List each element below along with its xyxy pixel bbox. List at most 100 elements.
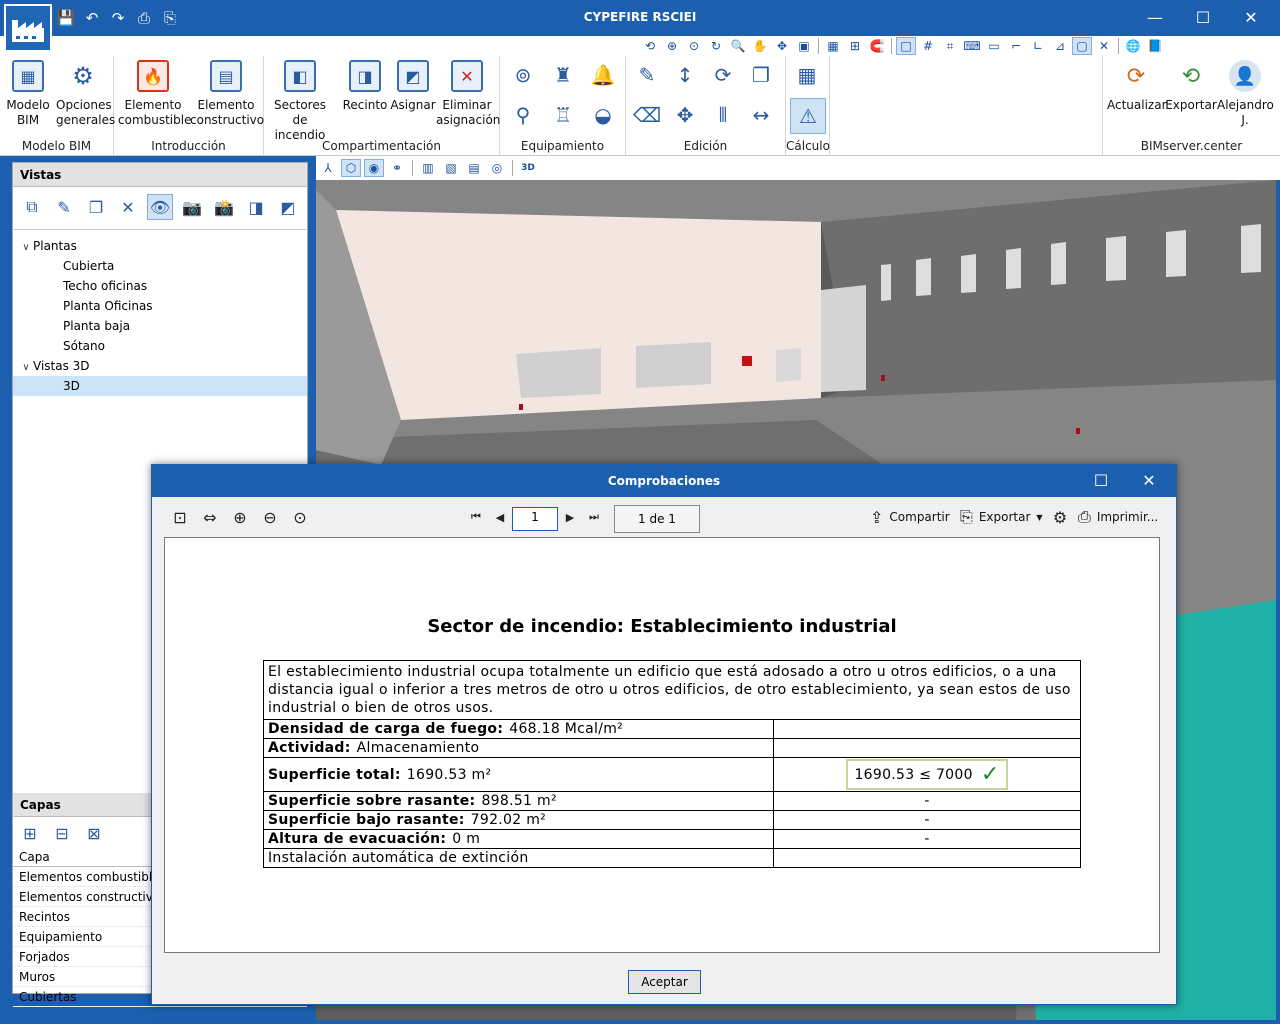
delete-view-icon[interactable]: ✕ <box>115 194 141 220</box>
tree-item[interactable]: Cubierta <box>13 256 307 276</box>
dialog-maximize-button[interactable]: ☐ <box>1078 465 1124 497</box>
minimize-button[interactable]: — <box>1140 6 1170 30</box>
crop-icon[interactable]: ⌐ <box>1006 37 1026 55</box>
modelo-bim-button[interactable]: ▦ Modelo BIM <box>4 60 52 128</box>
edit-view-icon[interactable]: ✎ <box>51 194 77 220</box>
chevron-down-icon[interactable]: ∨ <box>19 358 33 378</box>
first-page-icon[interactable]: ⏮ <box>464 505 488 529</box>
dimension-icon[interactable]: ↔ <box>746 100 776 130</box>
page-number-input[interactable]: 1 <box>512 507 558 531</box>
exportar-bim-button[interactable]: ⟲ Exportar <box>1165 60 1217 113</box>
zoom-in-icon[interactable]: ⊕ <box>228 505 252 529</box>
recinto-button[interactable]: ◨ Recinto <box>342 60 388 113</box>
angle-icon[interactable]: ∟ <box>1028 37 1048 55</box>
layer-green-icon[interactable]: ▧ <box>441 159 461 177</box>
tree-item[interactable]: Planta baja <box>13 316 307 336</box>
elemento-combustible-button[interactable]: 🔥 Elemento combustible <box>118 60 191 128</box>
tools-icon[interactable]: ✕ <box>1094 37 1114 55</box>
window-icon[interactable]: ▣ <box>794 37 814 55</box>
collapse-layers-icon[interactable]: ⊠ <box>81 820 107 846</box>
close-button[interactable]: ✕ <box>1236 6 1266 30</box>
export-button[interactable]: ⎘ Exportar ▼ <box>960 505 1043 529</box>
opciones-generales-button[interactable]: ⚙ Opciones generales <box>56 60 115 128</box>
zoom-fit-icon[interactable]: ⊙ <box>288 505 312 529</box>
add-layer-icon[interactable]: ⊞ <box>17 820 43 846</box>
tree-group-vistas-3d[interactable]: ∨ Vistas 3D <box>13 356 307 376</box>
layer-blue-icon[interactable]: ▤ <box>464 159 484 177</box>
asignar-button[interactable]: ◩ Asignar <box>390 60 436 113</box>
tree-item[interactable]: Techo oficinas <box>13 276 307 296</box>
sectores-de-incendio-button[interactable]: ◧ Sectores de incendio <box>266 60 334 143</box>
zoom-all-icon[interactable]: ⊕ <box>662 37 682 55</box>
tree-item[interactable]: Sótano <box>13 336 307 356</box>
tree-item-selected[interactable]: 3D <box>13 376 307 396</box>
section-box-icon[interactable]: ◨ <box>243 194 269 220</box>
walk-icon[interactable]: ⚭ <box>387 159 407 177</box>
hydrant-icon[interactable]: ♖ <box>548 100 578 130</box>
render-view-icon[interactable]: ◉ <box>364 159 384 177</box>
expand-layers-icon[interactable]: ⊟ <box>49 820 75 846</box>
move-icon[interactable]: ✥ <box>670 100 700 130</box>
app-logo-icon[interactable] <box>4 4 52 52</box>
actualizar-button[interactable]: ⟳ Actualizar <box>1107 60 1167 113</box>
print-button[interactable]: ⎙ Imprimir... <box>1078 505 1158 529</box>
view-3d-toggle[interactable]: 3D <box>518 159 538 177</box>
help-book-icon[interactable]: 📘 <box>1145 37 1165 55</box>
chevron-down-icon[interactable]: ∨ <box>19 238 33 258</box>
fit-width-icon[interactable]: ⇔ <box>198 505 222 529</box>
extinguisher-icon[interactable]: ♜ <box>548 60 578 90</box>
grid-icon[interactable]: # <box>918 37 938 55</box>
section-plane-icon[interactable]: ◩ <box>275 194 301 220</box>
references-icon[interactable]: ⊞ <box>845 37 865 55</box>
magnet-icon[interactable]: 🧲 <box>867 37 887 55</box>
layer-red-icon[interactable]: ▥ <box>418 159 438 177</box>
errors-warning-icon[interactable]: ⚠ <box>790 98 826 134</box>
last-page-icon[interactable]: ⏭ <box>582 505 606 529</box>
zoom-window-icon[interactable]: ⊙ <box>684 37 704 55</box>
add-view-icon[interactable]: ⧉ <box>19 194 45 220</box>
maximize-button[interactable]: ☐ <box>1188 6 1218 30</box>
move-vertical-icon[interactable]: ↕ <box>670 60 700 90</box>
settings-gear-icon[interactable]: ⚙ <box>1048 505 1072 529</box>
ortho-icon[interactable]: □ <box>896 37 916 55</box>
edit-pencil-icon[interactable]: ✎ <box>632 60 662 90</box>
sprinkler-icon[interactable]: ⚲ <box>508 100 538 130</box>
tree-item[interactable]: Planta Oficinas <box>13 296 307 316</box>
zoom-out-icon[interactable]: ⊖ <box>258 505 282 529</box>
elemento-constructivo-button[interactable]: ▤ Elemento constructivo <box>190 60 264 128</box>
copy-view-icon[interactable]: ❐ <box>83 194 109 220</box>
orbit-icon[interactable]: ⟲ <box>640 37 660 55</box>
measure-icon[interactable]: ⊿ <box>1050 37 1070 55</box>
refresh-view-icon[interactable]: ↻ <box>706 37 726 55</box>
user-account-button[interactable]: 👤 Alejandro J. <box>1217 60 1274 128</box>
mirror-icon[interactable]: ⫴ <box>708 100 738 130</box>
globe-icon[interactable]: 🌐 <box>1123 37 1143 55</box>
keyboard-icon[interactable]: ⌨ <box>962 37 982 55</box>
hose-reel-icon[interactable]: ⊚ <box>508 60 538 90</box>
alarm-bell-icon[interactable]: 🔔 <box>588 60 618 90</box>
camera-icon[interactable]: 📷 <box>179 194 205 220</box>
prev-page-icon[interactable]: ◀ <box>488 505 512 529</box>
hide-icon[interactable]: ◎ <box>487 159 507 177</box>
copy-icon[interactable]: ❐ <box>746 60 776 90</box>
snap-icon[interactable]: ⌗ <box>940 37 960 55</box>
grid-toggle-icon[interactable]: ▦ <box>823 37 843 55</box>
next-page-icon[interactable]: ▶ <box>558 505 582 529</box>
accept-button[interactable]: Aceptar <box>628 970 701 994</box>
zoom-icon[interactable]: 🔍 <box>728 37 748 55</box>
share-button[interactable]: ⇪ Compartir <box>870 505 950 529</box>
dialog-close-button[interactable]: ✕ <box>1126 465 1172 497</box>
tree-group-plantas[interactable]: ∨ Plantas <box>13 236 307 256</box>
camera-settings-icon[interactable]: 📸 <box>211 194 237 220</box>
solid-view-icon[interactable]: ⬡ <box>341 159 361 177</box>
visibility-icon[interactable]: 👁 <box>147 194 173 220</box>
calculator-icon[interactable]: ▦ <box>792 60 822 90</box>
eliminar-asignacion-button[interactable]: ✕ Eliminar asignación <box>436 60 500 128</box>
axes-icon[interactable]: ⅄ <box>318 159 338 177</box>
zoom-page-icon[interactable]: ⊡ <box>168 505 192 529</box>
detector-icon[interactable]: ◒ <box>588 100 618 130</box>
rotate-icon[interactable]: ⟳ <box>708 60 738 90</box>
scale-icon[interactable]: ▭ <box>984 37 1004 55</box>
eraser-icon[interactable]: ⌫ <box>632 100 662 130</box>
move-view-icon[interactable]: ✥ <box>772 37 792 55</box>
